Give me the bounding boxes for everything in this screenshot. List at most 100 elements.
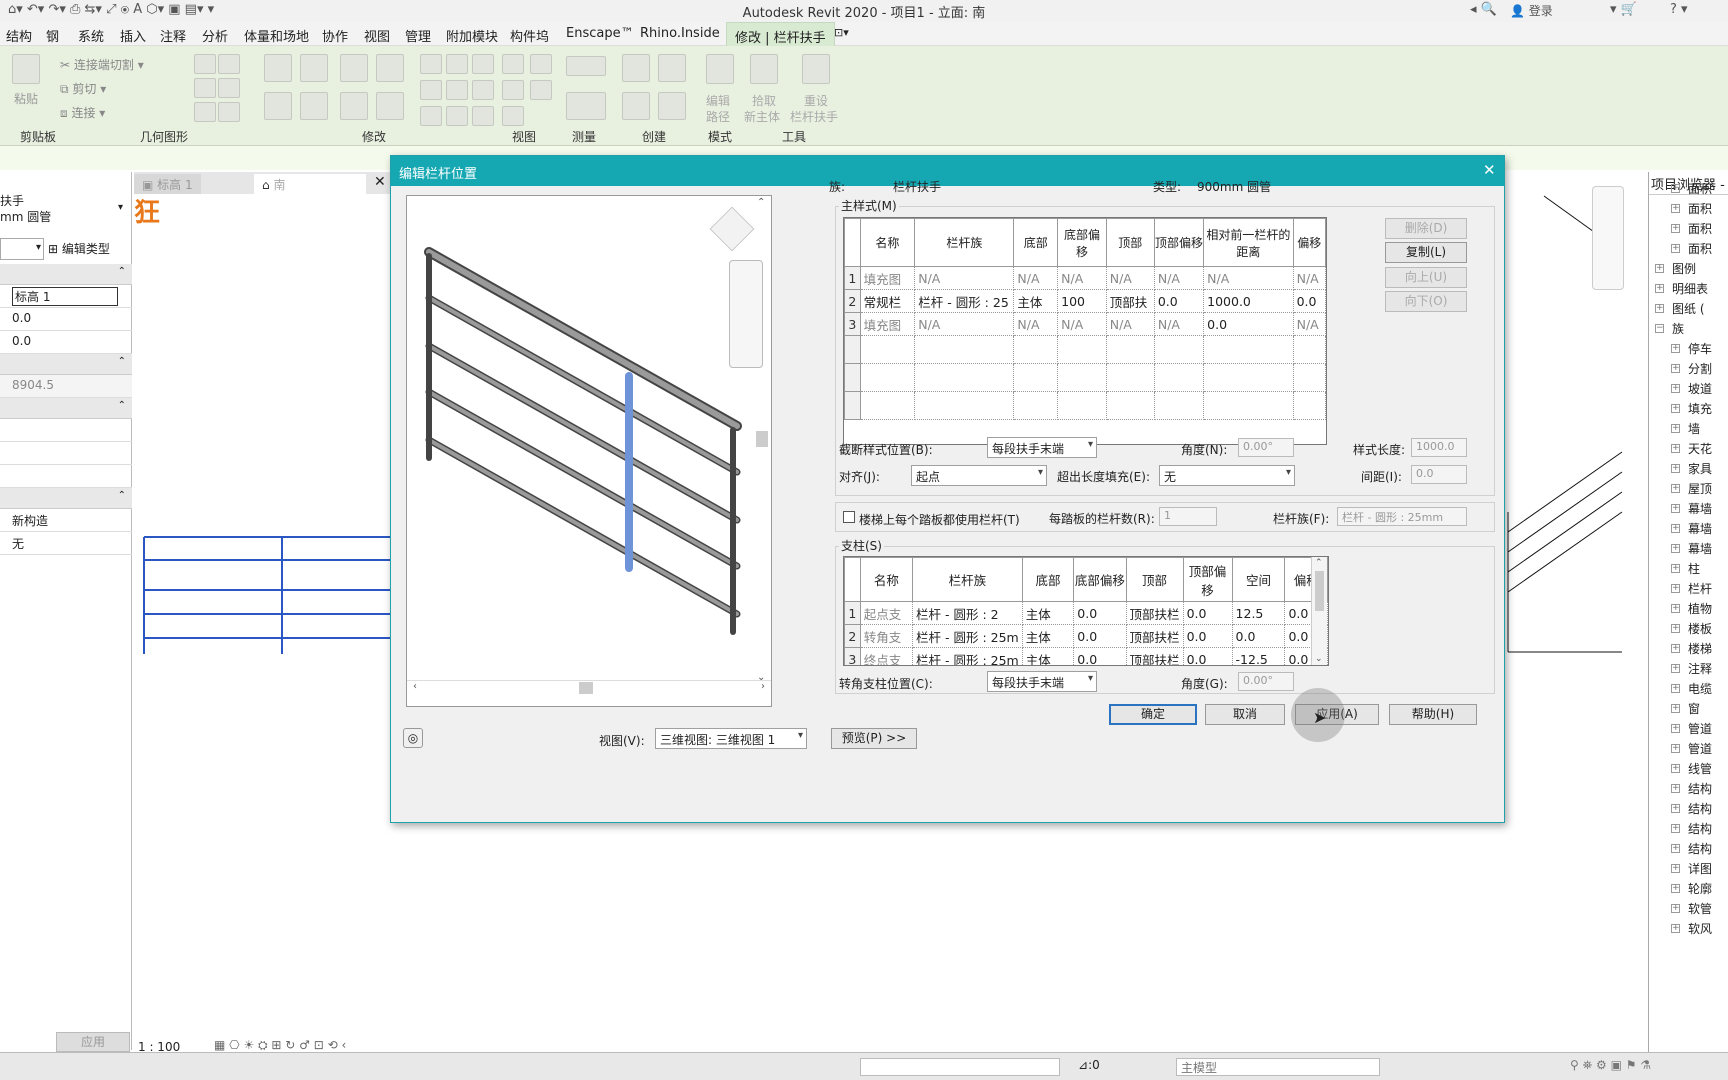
browser-item[interactable]: 面积	[1688, 240, 1712, 257]
tree-expand-icon[interactable]: +	[1671, 504, 1680, 513]
paint-icon[interactable]	[502, 80, 524, 100]
cart-icon[interactable]: ▾ 🛒	[1610, 2, 1637, 17]
preview-button[interactable]: 预览(P) >>	[831, 728, 917, 749]
column-header[interactable]: 偏移	[1292, 218, 1327, 267]
scale-icon[interactable]	[446, 80, 468, 100]
move-up-button[interactable]: 向上(U)	[1385, 267, 1467, 288]
browser-item[interactable]: 族	[1672, 320, 1684, 337]
table-cell[interactable]: 栏杆 - 圆形 : 25	[914, 289, 1015, 313]
browser-item[interactable]: 详图	[1688, 860, 1712, 877]
section-header[interactable]: ⌃	[0, 264, 132, 285]
browser-item[interactable]: 软风	[1688, 920, 1712, 937]
menu-item-11[interactable]: 构件坞	[510, 26, 549, 45]
posts-table[interactable]: 名称 栏杆族 底部 底部偏移 顶部 顶部偏移 空间 偏移 1 起点支 栏杆 - 圆形 : 2 主体 0…	[843, 556, 1329, 666]
menu-item-14[interactable]: 修改 | 栏杆扶手	[726, 22, 835, 46]
preview-pane[interactable]: ‹ ›	[406, 195, 772, 707]
section-header[interactable]: ⌃	[0, 488, 132, 509]
tree-expand-icon[interactable]: +	[1671, 364, 1680, 373]
level-value[interactable]: 标高 1	[12, 287, 118, 306]
tool-icon[interactable]	[194, 54, 216, 74]
join-button[interactable]: ⧈ 连接 ▾	[60, 104, 105, 121]
browser-item[interactable]: 家具	[1688, 460, 1712, 477]
tree-expand-icon[interactable]: +	[1671, 704, 1680, 713]
browser-item[interactable]: 屋顶	[1688, 480, 1712, 497]
linework-icon[interactable]	[530, 80, 552, 100]
table-cell[interactable]: 0.0	[1292, 289, 1327, 313]
column-header[interactable]: 相对前一栏杆的距离	[1203, 218, 1294, 267]
trim-icon[interactable]	[376, 92, 404, 120]
tree-expand-icon[interactable]: +	[1671, 684, 1680, 693]
tree-expand-icon[interactable]: +	[1671, 244, 1680, 253]
corner-post-select[interactable]: 每段扶手末端 ▾	[987, 671, 1097, 692]
prop-row[interactable]	[0, 442, 132, 465]
tree-expand-icon[interactable]: +	[1671, 464, 1680, 473]
browser-item[interactable]: 幕墙	[1688, 520, 1712, 537]
measure-icon[interactable]	[566, 56, 606, 76]
tree-expand-icon[interactable]: +	[1671, 444, 1680, 453]
table-cell[interactable]: N/A	[1057, 266, 1107, 290]
browser-item[interactable]: 注释	[1688, 660, 1712, 677]
mirror-draw-icon[interactable]	[376, 54, 404, 82]
menu-item-12[interactable]: Enscape™	[566, 26, 634, 41]
table-cell[interactable]: 0.0	[1073, 601, 1127, 625]
prop-row[interactable]	[0, 465, 132, 488]
table-cell[interactable]: 转角支	[859, 624, 914, 648]
angle-input[interactable]: 0.00°	[1238, 438, 1294, 457]
table-row[interactable]: 1 填充图 N/A N/A N/A N/A N/A N/A N/A	[844, 266, 1327, 290]
table-cell[interactable]: 0.0	[1182, 601, 1233, 625]
tree-expand-icon[interactable]: +	[1671, 924, 1680, 933]
table-cell[interactable]: 0.0	[1073, 647, 1127, 665]
browser-item[interactable]: 结构	[1688, 840, 1712, 857]
tree-expand-icon[interactable]: +	[1671, 744, 1680, 753]
table-cell[interactable]: N/A	[1057, 312, 1107, 336]
table-cell[interactable]: N/A	[1292, 266, 1327, 290]
view-control-icons[interactable]: ▦ ⎔ ☀ ⛭ ⊞ ↻ ♂ ⊡ ⟲ ‹	[214, 1038, 346, 1053]
table-cell[interactable]: 0.0	[1231, 624, 1286, 648]
table-row[interactable]: 1 起点支 栏杆 - 圆形 : 2 主体 0.0 顶部扶栏 0.0 12.5 0.0	[844, 601, 1328, 625]
browser-item[interactable]: 面积	[1688, 200, 1712, 217]
split-icon[interactable]	[420, 54, 442, 74]
table-cell[interactable]: N/A	[1105, 266, 1155, 290]
column-header[interactable]: 名称	[859, 218, 916, 267]
table-row[interactable]: 2 常规栏 栏杆 - 圆形 : 25 主体 100 顶部扶 0.0 1000.0 0.0	[844, 289, 1327, 313]
duplicate-button[interactable]: 复制(L)	[1385, 242, 1467, 263]
tree-expand-icon[interactable]: +	[1671, 404, 1680, 413]
menu-item-9[interactable]: 管理	[405, 26, 431, 45]
column-header[interactable]: 空间	[1231, 557, 1286, 602]
tree-expand-icon[interactable]: +	[1655, 264, 1664, 273]
pick-host-icon[interactable]	[750, 54, 778, 84]
ok-button[interactable]: 确定	[1109, 704, 1197, 725]
pattern-length-input[interactable]: 1000.0	[1411, 438, 1467, 457]
table-cell[interactable]: 0.0	[1153, 289, 1205, 313]
menu-item-3[interactable]: 插入	[120, 26, 146, 45]
table-row[interactable]: 3 填充图 N/A N/A N/A N/A N/A 0.0 N/A	[844, 312, 1327, 336]
close-tab-icon[interactable]: ✕	[374, 174, 386, 190]
table-cell[interactable]: 主体	[1021, 601, 1075, 625]
tree-expand-icon[interactable]: +	[1655, 284, 1664, 293]
create-assembly-icon[interactable]	[622, 92, 650, 120]
paste-icon[interactable]	[12, 54, 40, 84]
tree-expand-icon[interactable]: +	[1671, 424, 1680, 433]
column-header[interactable]: 顶部偏移	[1182, 557, 1233, 602]
browser-item[interactable]: 天花	[1688, 440, 1712, 457]
spacing-input[interactable]: 0.0	[1411, 465, 1467, 484]
tool-icon[interactable]	[218, 54, 240, 74]
browser-item[interactable]: 柱	[1688, 560, 1700, 577]
tool-icon[interactable]	[194, 78, 216, 98]
browser-item[interactable]: 面积	[1688, 220, 1712, 237]
tree-expand-icon[interactable]: +	[1671, 904, 1680, 913]
tree-expand-icon[interactable]: +	[1671, 484, 1680, 493]
table-cell[interactable]: 顶部扶	[1105, 289, 1155, 313]
tree-expand-icon[interactable]: +	[1671, 544, 1680, 553]
browser-item[interactable]: 窗	[1688, 700, 1700, 717]
table-cell[interactable]: 主体	[1021, 647, 1075, 665]
menu-item-8[interactable]: 视图	[364, 26, 390, 45]
tool-icon[interactable]	[218, 102, 240, 122]
navigation-bar[interactable]	[1592, 186, 1624, 290]
table-cell[interactable]: 12.5	[1231, 601, 1286, 625]
workset-select[interactable]	[860, 1058, 1060, 1076]
table-cell[interactable]: N/A	[1153, 266, 1205, 290]
table-cell[interactable]: -12.5	[1231, 647, 1286, 665]
move-down-button[interactable]: 向下(O)	[1385, 291, 1467, 312]
justify-select[interactable]: 起点 ▾	[911, 465, 1047, 486]
